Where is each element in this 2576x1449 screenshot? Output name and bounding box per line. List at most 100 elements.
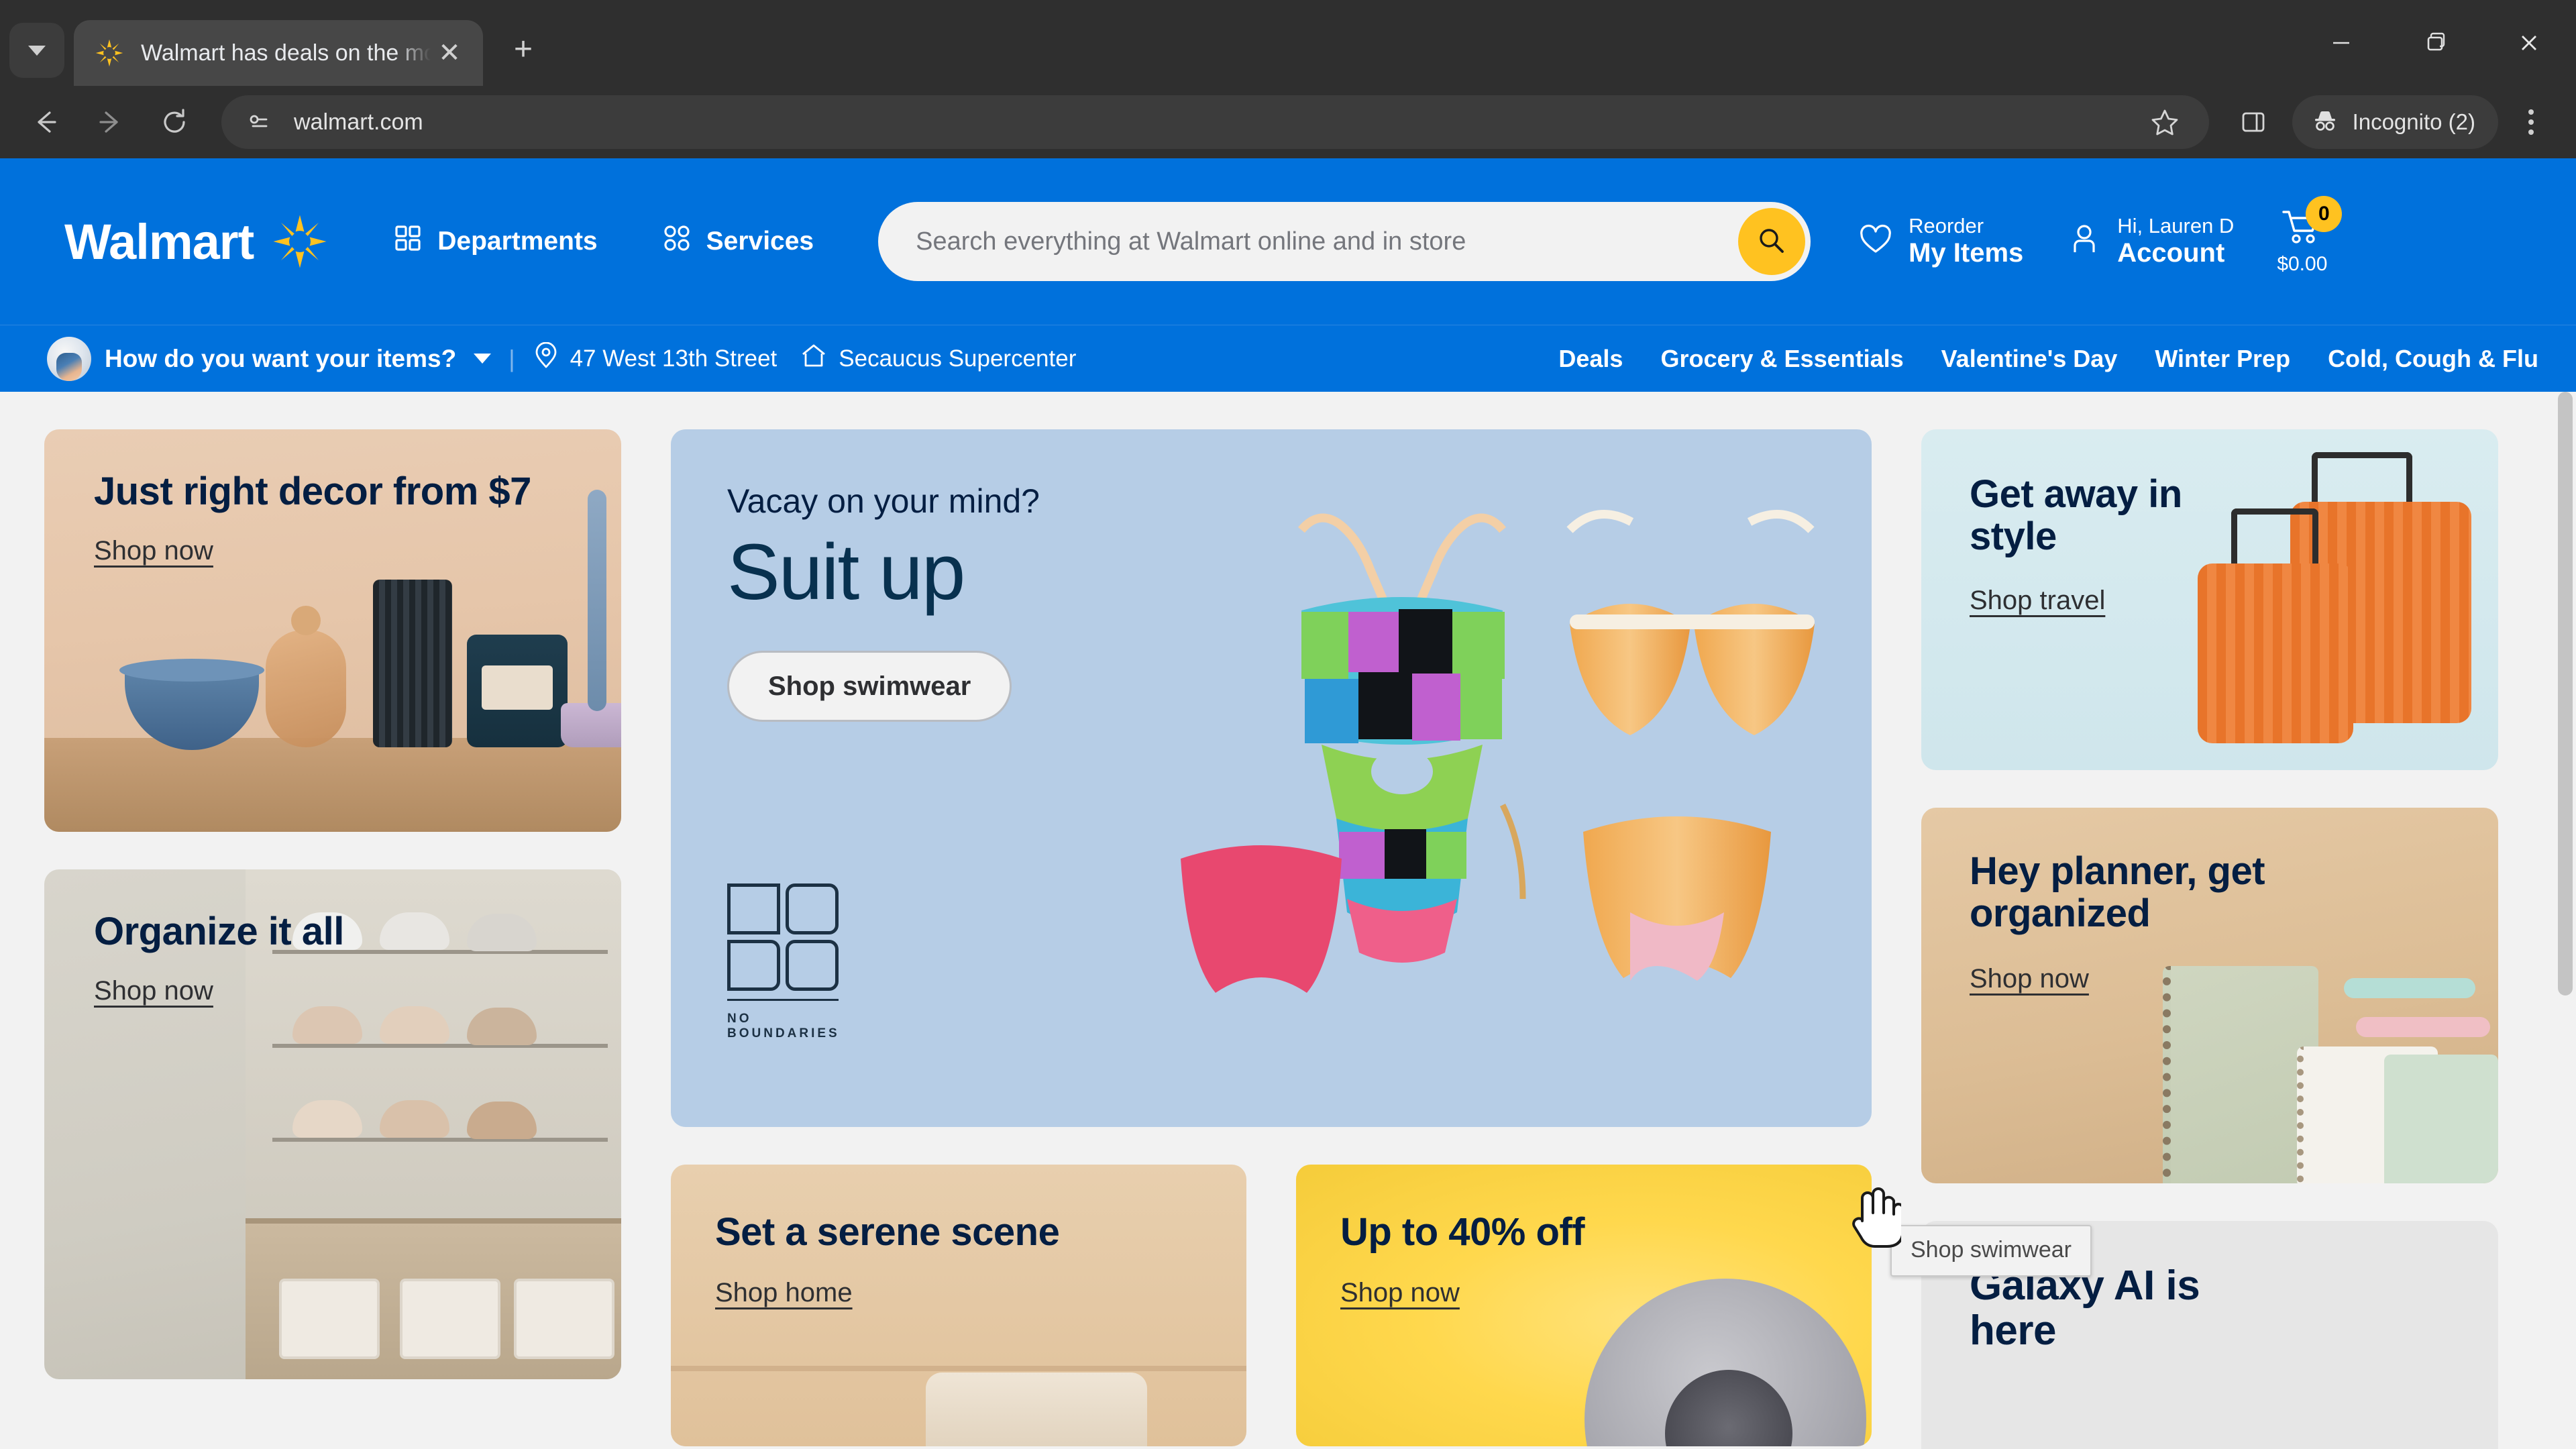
nobo-tagline: NO BOUNDARIES: [727, 1012, 840, 1040]
promo-card-sale[interactable]: Up to 40% off Shop now: [1296, 1165, 1872, 1446]
forward-arrow-icon[interactable]: [78, 90, 142, 154]
nav-services-label: Services: [706, 227, 814, 256]
decor-candle-jar-art: [467, 635, 568, 747]
walmart-logo-text: Walmart: [64, 213, 254, 270]
store-label: Secaucus Supercenter: [839, 345, 1077, 372]
category-link-valentine[interactable]: Valentine's Day: [1941, 345, 2118, 373]
left-column: Just right decor from $7 Shop now Organi…: [44, 429, 621, 1449]
category-link-deals[interactable]: Deals: [1558, 345, 1623, 373]
maximize-button[interactable]: [2388, 0, 2482, 86]
circles-icon: [662, 223, 692, 260]
promo-link[interactable]: Shop now: [1340, 1278, 1460, 1308]
my-items-top-label: Reorder: [1909, 214, 1984, 238]
promo-link[interactable]: Shop home: [715, 1278, 853, 1308]
incognito-indicator[interactable]: Incognito (2): [2292, 95, 2498, 149]
address-bar-url: walmart.com: [294, 109, 423, 135]
serene-wood-grain-art: [671, 1366, 1246, 1371]
nobo-letter-b: [727, 940, 780, 991]
promo-link[interactable]: Shop now: [1970, 964, 2089, 994]
back-arrow-icon[interactable]: [13, 90, 78, 154]
center-bottom-row: Set a serene scene Shop home Up to 40% o…: [671, 1165, 1872, 1446]
delivery-avatar-icon: [47, 336, 91, 381]
decor-ribbed-candle-art: [373, 580, 452, 747]
side-panel-icon[interactable]: [2221, 90, 2286, 154]
promo-card-serene[interactable]: Set a serene scene Shop home: [671, 1165, 1246, 1446]
new-tab-button[interactable]: +: [496, 23, 550, 76]
close-window-button[interactable]: [2482, 0, 2576, 86]
promo-card-organize[interactable]: Organize it all Shop now: [44, 869, 621, 1379]
page-content: Just right decor from $7 Shop now Organi…: [0, 392, 2576, 1449]
delivery-address[interactable]: 47 West 13th Street: [533, 341, 777, 375]
promo-title: Organize it all: [94, 910, 344, 953]
walmart-header: Walmart Departments Services Search ever…: [0, 158, 2576, 325]
minimize-button[interactable]: [2294, 0, 2388, 86]
hero-eyebrow: Vacay on your mind?: [727, 482, 1040, 520]
planner-pink-pen-art: [2356, 1017, 2490, 1037]
fulfillment-label: How do you want your items?: [105, 344, 457, 372]
window-controls: [2294, 0, 2576, 86]
nobo-letter-o: [786, 883, 839, 934]
search-input[interactable]: [916, 227, 1739, 256]
promo-title: Just right decor from $7: [94, 470, 531, 513]
promo-card-travel[interactable]: Get away in style Shop travel: [1921, 429, 2498, 770]
site-settings-icon[interactable]: [239, 102, 279, 142]
shop-swimwear-button[interactable]: Shop swimwear: [727, 651, 1012, 722]
my-items-bottom-label: My Items: [1909, 237, 2024, 268]
close-icon[interactable]: ✕: [431, 40, 468, 66]
star-icon[interactable]: [2133, 90, 2197, 154]
promo-link[interactable]: Shop now: [94, 536, 213, 566]
hero-title: Suit up: [727, 528, 965, 616]
account-greeting: Hi, Lauren D: [2117, 214, 2235, 238]
store-selector[interactable]: Secaucus Supercenter: [800, 342, 1076, 375]
person-icon: [2066, 221, 2102, 261]
promo-title: Set a serene scene: [715, 1210, 1060, 1254]
decor-taper-holder-art: [561, 703, 621, 747]
incognito-icon: [2310, 105, 2341, 140]
chevron-down-icon: [474, 354, 492, 364]
cart-button[interactable]: 0 $0.00: [2277, 195, 2343, 276]
my-items-button[interactable]: Reorder My Items: [1858, 215, 2023, 268]
header-account-area: Reorder My Items Hi, Lauren D Account 0 …: [1858, 195, 2343, 276]
walmart-subnav: How do you want your items? | 47 West 13…: [0, 325, 2576, 392]
serene-pillow-art: [926, 1373, 1147, 1446]
planner-green-book-art: [2384, 1055, 2498, 1183]
hover-tooltip: Shop swimwear: [1890, 1225, 2092, 1277]
decor-gourd-art: [266, 606, 346, 747]
walmart-logo[interactable]: Walmart: [64, 213, 329, 270]
nobo-letter-n: [727, 883, 780, 934]
promo-card-hero-swimwear[interactable]: Vacay on your mind? Suit up Shop swimwea…: [671, 429, 1872, 1127]
category-link-grocery[interactable]: Grocery & Essentials: [1660, 345, 1903, 373]
promo-card-decor[interactable]: Just right decor from $7 Shop now: [44, 429, 621, 832]
store-icon: [800, 342, 828, 375]
category-link-winter[interactable]: Winter Prep: [2155, 345, 2290, 373]
promo-title: Galaxy AI is here: [1970, 1263, 2200, 1354]
search-bar[interactable]: [878, 202, 1811, 281]
search-icon: [1756, 225, 1788, 259]
nav-departments[interactable]: Departments: [393, 223, 598, 260]
browser-chrome: Walmart has deals on the most ✕ + walmar…: [0, 0, 2576, 158]
grid-icon: [393, 223, 423, 260]
address-bar[interactable]: walmart.com: [221, 95, 2209, 149]
account-button[interactable]: Hi, Lauren D Account: [2066, 215, 2234, 268]
center-column: Vacay on your mind? Suit up Shop swimwea…: [671, 429, 1872, 1449]
browser-toolbar: walmart.com Incognito (2): [0, 86, 2576, 158]
tab-strip: Walmart has deals on the most ✕ +: [0, 0, 2576, 86]
cart-count-badge: 0: [2306, 195, 2343, 232]
promo-title: Up to 40% off: [1340, 1210, 1585, 1254]
scrollbar-thumb[interactable]: [2558, 392, 2573, 996]
incognito-label: Incognito (2): [2352, 109, 2475, 134]
promo-link[interactable]: Shop now: [94, 976, 213, 1006]
category-link-cold-flu[interactable]: Cold, Cough & Flu: [2328, 345, 2538, 373]
tab-search-button[interactable]: [9, 23, 64, 78]
page-scrollbar[interactable]: [2555, 392, 2576, 1449]
reload-icon[interactable]: [142, 90, 207, 154]
right-column: Get away in style Shop travel Hey planne…: [1921, 429, 2498, 1449]
cart-total: $0.00: [2277, 252, 2328, 275]
search-button[interactable]: [1738, 208, 1806, 275]
nav-services[interactable]: Services: [662, 223, 814, 260]
kebab-menu-icon[interactable]: [2505, 90, 2557, 154]
fulfillment-selector[interactable]: How do you want your items?: [47, 336, 492, 381]
browser-tab[interactable]: Walmart has deals on the most ✕: [74, 20, 483, 86]
promo-card-planner[interactable]: Hey planner, get organized Shop now: [1921, 808, 2498, 1183]
promo-link[interactable]: Shop travel: [1970, 586, 2105, 616]
